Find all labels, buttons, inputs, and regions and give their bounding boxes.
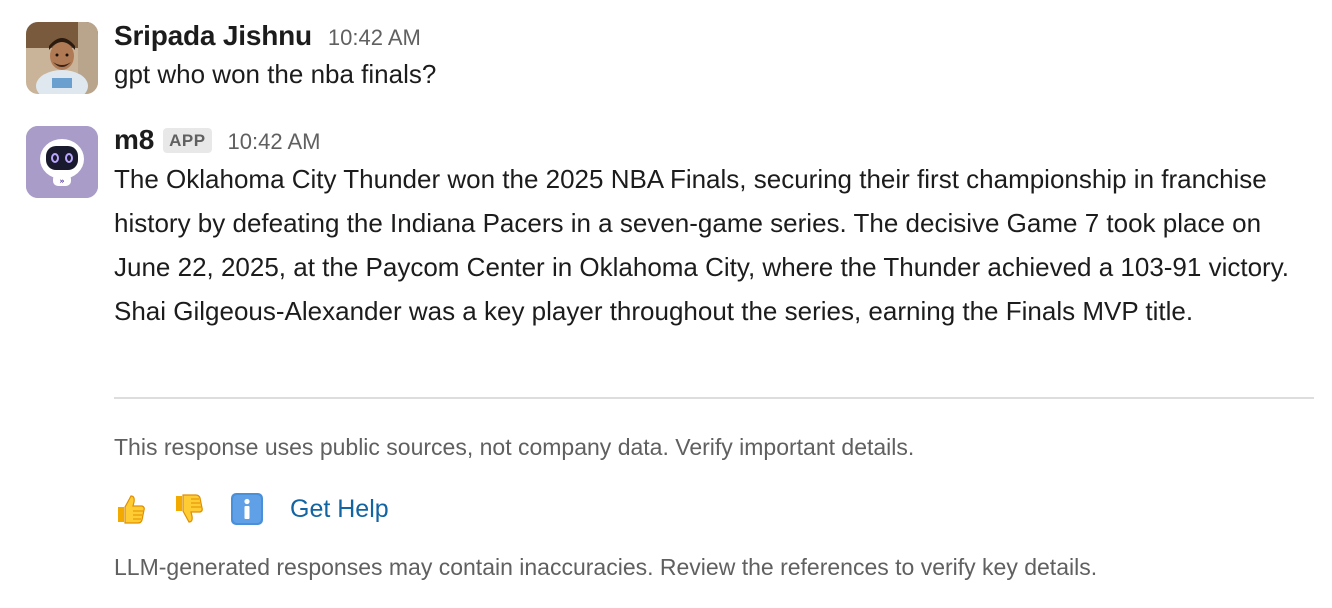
divider	[114, 397, 1314, 399]
message-timestamp[interactable]: 10:42 AM	[328, 25, 421, 51]
svg-text:»: »	[59, 177, 64, 186]
bot-avatar[interactable]: »	[26, 126, 98, 198]
message-text: gpt who won the nba finals?	[114, 59, 437, 89]
message-header: Sripada Jishnu 10:42 AM	[114, 20, 1314, 52]
user-photo-avatar-icon	[26, 22, 98, 94]
sources-notice: This response uses public sources, not c…	[114, 434, 915, 460]
message-timestamp[interactable]: 10:42 AM	[228, 129, 321, 155]
sender-name[interactable]: Sripada Jishnu	[114, 20, 312, 52]
robot-bot-avatar-icon: »	[26, 126, 98, 198]
sender-name[interactable]: m8	[114, 124, 154, 156]
info-icon[interactable]	[230, 492, 264, 526]
llm-notice: LLM-generated responses may contain inac…	[114, 554, 1098, 580]
thumbs-up-icon[interactable]	[114, 492, 148, 526]
thumbs-down-icon[interactable]	[172, 492, 206, 526]
message-header: m8 APP 10:42 AM	[114, 124, 1314, 156]
user-avatar[interactable]	[26, 22, 98, 94]
app-badge: APP	[163, 128, 212, 153]
message-text: The Oklahoma City Thunder won the 2025 N…	[114, 164, 1289, 326]
get-help-link[interactable]: Get Help	[290, 495, 389, 524]
feedback-actions: Get Help	[114, 488, 389, 530]
